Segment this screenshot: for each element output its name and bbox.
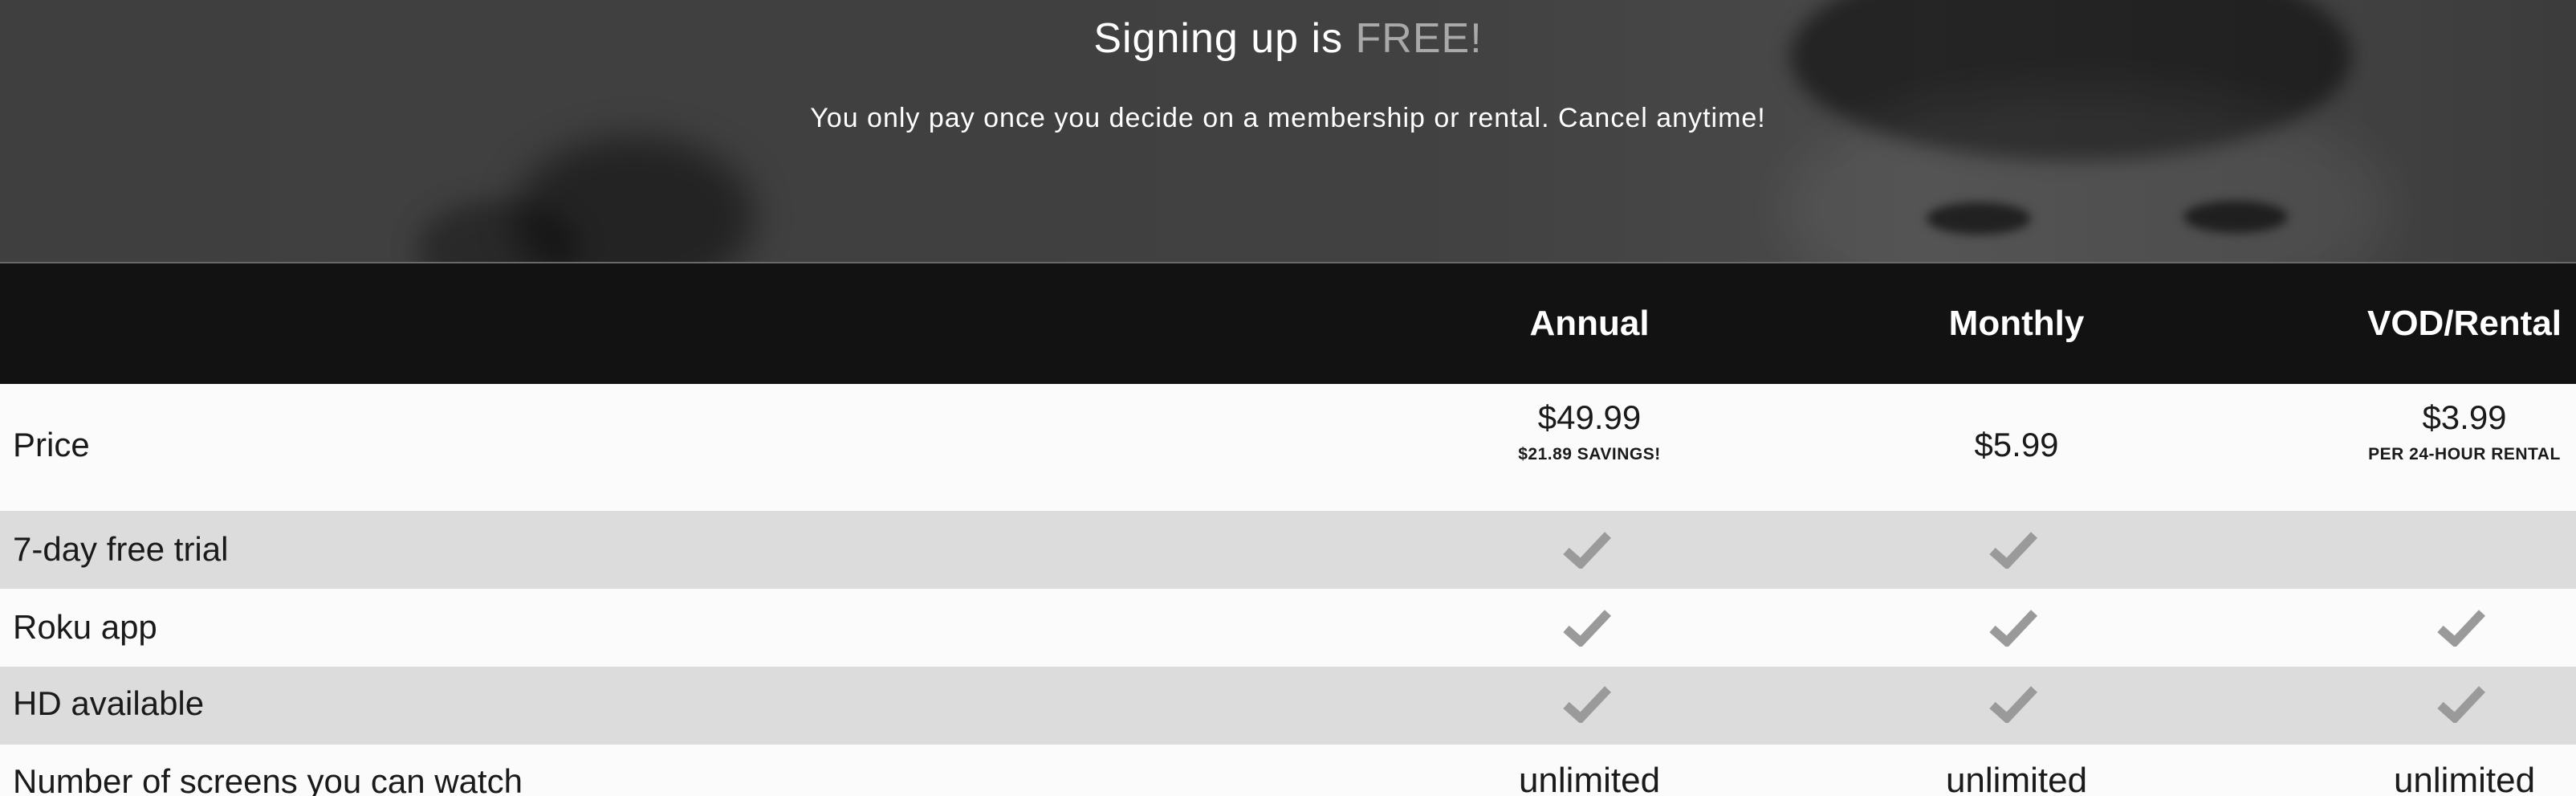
check-icon: [1563, 608, 1611, 647]
screens-monthly: unlimited: [1945, 761, 2088, 796]
hero-subtitle: You only pay once you decide on a member…: [810, 103, 1766, 133]
hero-title: Signing up is FREE!: [0, 14, 2576, 63]
price-monthly: $5.99: [1856, 426, 2177, 464]
plan-header-annual: Annual: [1529, 304, 1650, 343]
pricing-table-header: Annual Monthly VOD/Rental: [0, 263, 2576, 384]
row-label-screens: Number of screens you can watch: [13, 762, 523, 796]
table-row-screens: Number of screens you can watch unlimite…: [0, 745, 2576, 796]
check-icon: [1563, 684, 1611, 723]
row-label-hd: HD available: [13, 684, 205, 722]
row-label-roku: Roku app: [13, 608, 157, 646]
hero-banner: Signing up is FREE! You only pay once yo…: [0, 0, 2576, 263]
table-row-price: Price $49.99 $21.89 SAVINGS! $5.99 $3.99…: [0, 384, 2576, 511]
price-vod-note: PER 24-HOUR RENTAL: [2368, 445, 2561, 463]
plan-header-vod: VOD/Rental: [2366, 304, 2562, 343]
price-monthly-value: $5.99: [1974, 426, 2059, 463]
price-vod: $3.99 PER 24-HOUR RENTAL: [2304, 398, 2576, 464]
hero-background-shape: [514, 137, 755, 263]
price-annual-note: $21.89 SAVINGS!: [1518, 445, 1661, 463]
check-icon: [2437, 608, 2485, 647]
price-annual: $49.99 $21.89 SAVINGS!: [1429, 398, 1750, 464]
price-vod-value: $3.99: [2422, 398, 2507, 436]
row-label-price: Price: [13, 426, 90, 463]
price-annual-value: $49.99: [1537, 398, 1642, 436]
table-row-hd: HD available: [0, 667, 2576, 745]
check-icon: [1989, 684, 2037, 723]
screens-annual: unlimited: [1518, 761, 1661, 796]
check-icon: [1989, 530, 2037, 569]
row-label-trial: 7-day free trial: [13, 530, 229, 568]
hero-title-highlight: FREE!: [1355, 15, 1483, 62]
hero-title-prefix: Signing up is: [1093, 15, 1344, 62]
table-row-trial: 7-day free trial: [0, 511, 2576, 589]
screens-vod: unlimited: [2393, 761, 2536, 796]
check-icon: [1989, 608, 2037, 647]
hero-background-shape: [1927, 202, 2031, 235]
check-icon: [1563, 530, 1611, 569]
table-row-roku: Roku app: [0, 589, 2576, 667]
hero-background-shape: [2183, 201, 2288, 233]
check-icon: [2437, 684, 2485, 723]
plan-header-monthly: Monthly: [1948, 304, 2085, 343]
